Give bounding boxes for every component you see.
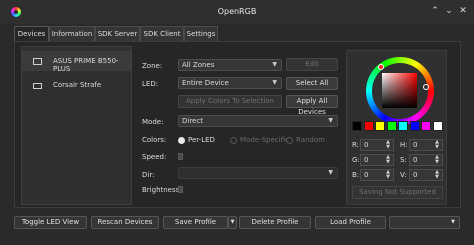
toggle-led-view-button[interactable]: Toggle LED View [14,216,87,229]
b-spinbox[interactable]: 0 ▲ ▼ [360,169,394,181]
load-profile-button[interactable]: Load Profile [315,216,386,229]
h-spinbox[interactable]: 0 ▲ ▼ [409,139,443,151]
tab-sdk-server[interactable]: SDK Server [95,26,140,41]
s-spinbox[interactable]: 0 ▲ ▼ [409,154,443,166]
title-bar: OpenRGB ⌃ ⌄ ✕ [0,0,474,24]
tab-settings[interactable]: Settings [184,26,218,41]
profile-select[interactable]: ▼ [389,216,460,229]
b-label: B: [352,171,360,179]
device-item-corsair[interactable]: Corsair Strafe [22,75,131,95]
mode-value: Direct [182,117,203,125]
spin-arrows-icon: ▲ ▼ [386,169,390,180]
per-led-radio[interactable] [178,137,185,144]
brightness-label: Brightness: [142,186,182,194]
save-profile-button[interactable]: Save Profile [163,216,228,229]
r-spinbox[interactable]: 0 ▲ ▼ [360,139,394,151]
save-color-button[interactable]: Saving Not Supported [352,186,443,199]
g-value: 0 [364,156,369,164]
device-list: ASUS PRIME B550-PLUS Corsair Strafe [21,46,132,205]
color-swatch[interactable] [352,121,362,131]
tab-information[interactable]: Information [49,26,95,41]
g-label: G: [352,156,360,164]
apply-selection-button[interactable]: Apply Colors To Selection [178,95,282,108]
zone-label: Zone: [142,62,163,70]
brightness-slider[interactable] [178,186,183,193]
mode-specific-label: Mode-Specific [240,136,289,144]
minimize-button[interactable]: ⌃ [430,6,440,17]
mode-label: Mode: [142,118,164,126]
chevron-down-icon: ▼ [328,117,333,124]
random-label: Random [296,136,325,144]
maximize-button[interactable]: ⌄ [444,6,454,17]
close-button[interactable]: ✕ [458,6,468,17]
speed-slider[interactable] [178,153,183,160]
spin-arrows-icon: ▲ ▼ [435,154,439,165]
zone-select[interactable]: All Zones ▼ [178,59,282,71]
colors-label: Colors: [142,136,167,144]
save-profile-menu-button[interactable]: ▼ [228,216,237,229]
color-swatch[interactable] [375,121,385,131]
keyboard-icon [33,83,42,89]
color-swatch[interactable] [386,121,397,131]
led-value: Entire Device [182,79,229,87]
hue-handle[interactable] [378,64,384,70]
rescan-devices-button[interactable]: Rescan Devices [91,216,159,229]
device-item-asus[interactable]: ASUS PRIME B550-PLUS [22,51,131,73]
tab-sdk-client[interactable]: SDK Client [140,26,184,41]
v-label: V: [400,171,407,179]
window-title: OpenRGB [217,7,257,16]
speed-label: Speed: [142,153,167,161]
spin-arrows-icon: ▲ ▼ [435,169,439,180]
color-swatch[interactable] [398,121,408,131]
apply-all-devices-button[interactable]: Apply All Devices [286,95,338,116]
spin-arrows-icon: ▲ ▼ [386,139,390,150]
random-radio[interactable] [286,137,293,144]
color-handle[interactable] [423,84,429,90]
b-value: 0 [364,171,369,179]
tab-devices[interactable]: Devices [14,26,49,41]
per-led-label: Per-LED [188,136,215,144]
device-label: Corsair Strafe [53,81,102,89]
spin-arrows-icon: ▲ ▼ [435,139,439,150]
device-label: ASUS PRIME B550-PLUS [53,57,119,73]
chevron-down-icon: ▼ [451,219,455,225]
saturation-value-square[interactable] [382,73,417,108]
direction-select[interactable]: ▼ [178,167,338,179]
chevron-down-icon: ▼ [328,169,333,176]
r-label: R: [352,141,360,149]
chevron-down-icon: ▼ [272,79,277,86]
h-value: 0 [413,141,418,149]
s-label: S: [400,156,407,164]
v-spinbox[interactable]: 0 ▲ ▼ [409,169,443,181]
motherboard-icon [33,58,42,65]
color-swatch[interactable] [409,121,420,131]
color-swatch[interactable] [432,121,443,131]
chevron-down-icon: ▼ [272,61,277,68]
s-value: 0 [413,156,418,164]
mode-specific-radio[interactable] [230,137,237,144]
r-value: 0 [364,141,369,149]
color-swatch[interactable] [363,121,374,131]
h-label: H: [400,141,408,149]
led-select[interactable]: Entire Device ▼ [178,77,282,89]
color-swatch[interactable] [421,121,431,131]
mode-select[interactable]: Direct ▼ [178,115,338,127]
v-value: 0 [413,171,418,179]
edit-zone-button[interactable]: Edit [286,58,338,71]
zone-value: All Zones [182,61,215,69]
spin-arrows-icon: ▲ ▼ [386,154,390,165]
chevron-down-icon: ▼ [230,219,235,225]
select-all-button[interactable]: Select All [286,77,338,90]
dir-label: Dir: [142,171,155,179]
g-spinbox[interactable]: 0 ▲ ▼ [360,154,394,166]
led-label: LED: [142,80,159,88]
delete-profile-button[interactable]: Delete Profile [239,216,311,229]
